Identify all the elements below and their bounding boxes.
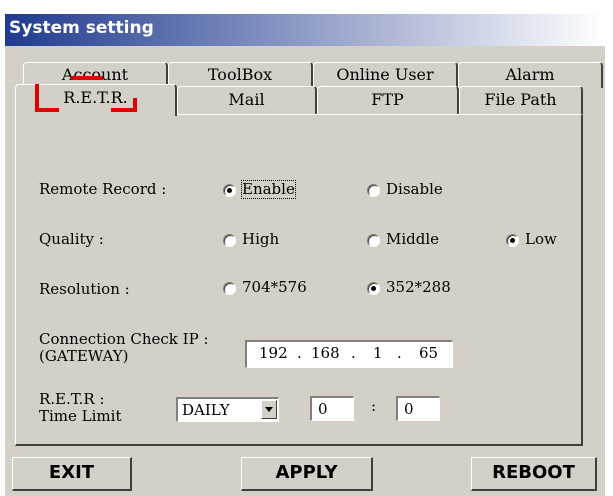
ip-octet-4[interactable]: 65: [419, 344, 438, 362]
quality-high-label[interactable]: High: [242, 231, 279, 248]
period-selected-value: DAILY: [182, 401, 230, 419]
ip-dot-separator: .: [351, 344, 356, 362]
quality-low-radio[interactable]: [506, 234, 519, 247]
time-limit-hour-input[interactable]: 0: [310, 396, 354, 421]
remote-record-label: Remote Record :: [39, 180, 167, 198]
time-separator: :: [371, 397, 377, 415]
resolution-704-radio[interactable]: [223, 282, 236, 295]
ip-dot-separator: .: [297, 344, 302, 362]
retr-settings-panel: Remote Record : Enable Disable Quality :…: [15, 114, 583, 446]
hour-value: 0: [318, 400, 328, 418]
remote-record-enable-label[interactable]: Enable: [241, 180, 296, 199]
retr-time-limit-label: R.E.T.R :: [39, 390, 105, 408]
window-title: System setting: [9, 18, 154, 38]
time-limit-period-select[interactable]: DAILY: [176, 397, 279, 422]
minute-value: 0: [404, 400, 414, 418]
remote-record-enable-radio[interactable]: [223, 184, 236, 197]
time-limit-label: Time Limit: [39, 407, 122, 425]
tab-file-path[interactable]: File Path: [459, 86, 583, 114]
gateway-ip-input[interactable]: 192 . 168 . 1 . 65: [245, 340, 453, 368]
tab-online-user[interactable]: Online User: [313, 62, 458, 88]
quality-label: Quality :: [39, 230, 104, 248]
tab-toolbox[interactable]: ToolBox: [168, 62, 313, 88]
tab-ftp[interactable]: FTP: [317, 86, 459, 114]
apply-button[interactable]: APPLY: [241, 457, 373, 491]
quality-high-radio[interactable]: [223, 234, 236, 247]
ip-octet-2[interactable]: 168: [311, 344, 340, 362]
resolution-label: Resolution :: [39, 280, 130, 298]
quality-middle-radio[interactable]: [367, 234, 380, 247]
tab-alarm[interactable]: Alarm: [458, 62, 603, 88]
tab-mail[interactable]: Mail: [177, 86, 317, 114]
ip-octet-1[interactable]: 192: [259, 344, 288, 362]
tab-retr[interactable]: R.E.T.R.: [15, 84, 177, 116]
chevron-down-icon[interactable]: [261, 400, 277, 419]
system-setting-dialog: Account ToolBox Online User Alarm R.E.T.…: [5, 46, 605, 496]
resolution-352-label[interactable]: 352*288: [386, 279, 451, 296]
quality-low-label[interactable]: Low: [525, 231, 557, 248]
remote-record-disable-label[interactable]: Disable: [386, 181, 443, 198]
reboot-button[interactable]: REBOOT: [471, 457, 597, 491]
gateway-label: (GATEWAY): [39, 347, 129, 365]
resolution-352-radio[interactable]: [367, 282, 380, 295]
ip-octet-3[interactable]: 1: [373, 344, 383, 362]
resolution-704-label[interactable]: 704*576: [242, 279, 307, 296]
ip-dot-separator: .: [397, 344, 402, 362]
connection-check-ip-label: Connection Check IP :: [39, 330, 209, 348]
time-limit-minute-input[interactable]: 0: [396, 396, 440, 421]
exit-button[interactable]: EXIT: [12, 457, 132, 491]
title-bar: System setting: [5, 14, 605, 46]
remote-record-disable-radio[interactable]: [367, 184, 380, 197]
quality-middle-label[interactable]: Middle: [386, 231, 439, 248]
